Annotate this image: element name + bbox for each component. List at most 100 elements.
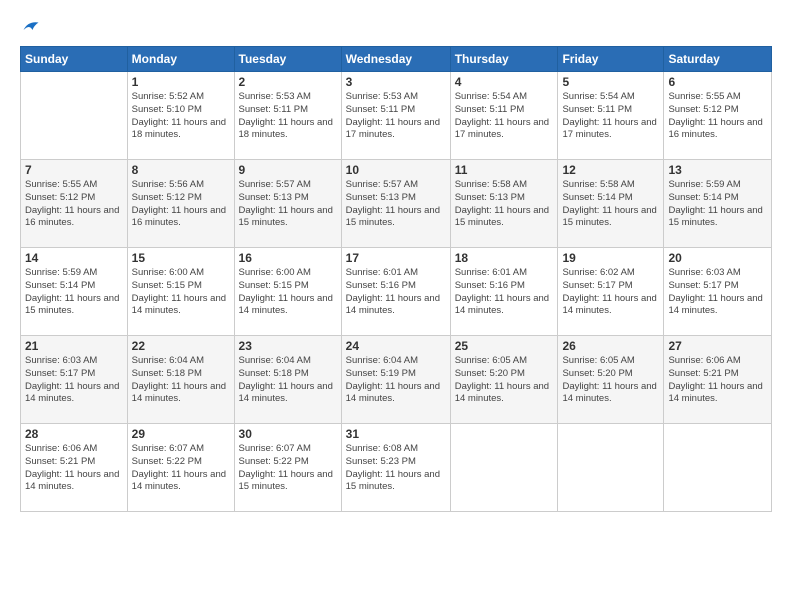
weekday-header: Tuesday bbox=[234, 47, 341, 72]
day-number: 25 bbox=[455, 339, 554, 353]
day-info: Sunrise: 6:03 AM Sunset: 5:17 PM Dayligh… bbox=[668, 267, 767, 318]
calendar-cell: 8 Sunrise: 5:56 AM Sunset: 5:12 PM Daylig… bbox=[127, 160, 234, 248]
calendar-cell: 28 Sunrise: 6:06 AM Sunset: 5:21 PM Dayli… bbox=[21, 424, 128, 512]
day-number: 30 bbox=[239, 427, 337, 441]
calendar-cell: 2 Sunrise: 5:53 AM Sunset: 5:11 PM Daylig… bbox=[234, 72, 341, 160]
day-number: 29 bbox=[132, 427, 230, 441]
weekday-header: Saturday bbox=[664, 47, 772, 72]
calendar-table: SundayMondayTuesdayWednesdayThursdayFrid… bbox=[20, 46, 772, 512]
calendar-week-row: 28 Sunrise: 6:06 AM Sunset: 5:21 PM Dayli… bbox=[21, 424, 772, 512]
day-info: Sunrise: 6:04 AM Sunset: 5:18 PM Dayligh… bbox=[132, 355, 230, 406]
day-number: 16 bbox=[239, 251, 337, 265]
day-info: Sunrise: 5:56 AM Sunset: 5:12 PM Dayligh… bbox=[132, 179, 230, 230]
day-info: Sunrise: 6:05 AM Sunset: 5:20 PM Dayligh… bbox=[562, 355, 659, 406]
day-number: 12 bbox=[562, 163, 659, 177]
calendar-cell: 11 Sunrise: 5:58 AM Sunset: 5:13 PM Dayli… bbox=[450, 160, 558, 248]
day-info: Sunrise: 5:58 AM Sunset: 5:14 PM Dayligh… bbox=[562, 179, 659, 230]
calendar-cell: 6 Sunrise: 5:55 AM Sunset: 5:12 PM Daylig… bbox=[664, 72, 772, 160]
day-number: 10 bbox=[346, 163, 446, 177]
calendar-cell: 7Sunrise: 5:55 AM Sunset: 5:12 PM Daylig… bbox=[21, 160, 128, 248]
calendar-header-row: SundayMondayTuesdayWednesdayThursdayFrid… bbox=[21, 47, 772, 72]
calendar-cell: 17 Sunrise: 6:01 AM Sunset: 5:16 PM Dayli… bbox=[341, 248, 450, 336]
weekday-header: Wednesday bbox=[341, 47, 450, 72]
day-info: Sunrise: 6:04 AM Sunset: 5:18 PM Dayligh… bbox=[239, 355, 337, 406]
day-number: 22 bbox=[132, 339, 230, 353]
day-number: 2 bbox=[239, 75, 337, 89]
calendar-cell: 10 Sunrise: 5:57 AM Sunset: 5:13 PM Dayli… bbox=[341, 160, 450, 248]
day-number: 3 bbox=[346, 75, 446, 89]
day-number: 11 bbox=[455, 163, 554, 177]
day-info: Sunrise: 5:59 AM Sunset: 5:14 PM Dayligh… bbox=[25, 267, 123, 318]
day-info: Sunrise: 5:57 AM Sunset: 5:13 PM Dayligh… bbox=[239, 179, 337, 230]
day-info: Sunrise: 5:53 AM Sunset: 5:11 PM Dayligh… bbox=[239, 91, 337, 142]
calendar-cell bbox=[450, 424, 558, 512]
day-info: Sunrise: 5:55 AM Sunset: 5:12 PM Dayligh… bbox=[668, 91, 767, 142]
day-number: 13 bbox=[668, 163, 767, 177]
calendar-week-row: 21Sunrise: 6:03 AM Sunset: 5:17 PM Dayli… bbox=[21, 336, 772, 424]
day-number: 26 bbox=[562, 339, 659, 353]
calendar-cell: 16 Sunrise: 6:00 AM Sunset: 5:15 PM Dayli… bbox=[234, 248, 341, 336]
day-info: Sunrise: 5:58 AM Sunset: 5:13 PM Dayligh… bbox=[455, 179, 554, 230]
day-number: 14 bbox=[25, 251, 123, 265]
calendar-cell: 31Sunrise: 6:08 AM Sunset: 5:23 PM Dayli… bbox=[341, 424, 450, 512]
calendar-cell bbox=[664, 424, 772, 512]
day-info: Sunrise: 5:53 AM Sunset: 5:11 PM Dayligh… bbox=[346, 91, 446, 142]
calendar-week-row: 14 Sunrise: 5:59 AM Sunset: 5:14 PM Dayli… bbox=[21, 248, 772, 336]
weekday-header: Sunday bbox=[21, 47, 128, 72]
weekday-header: Friday bbox=[558, 47, 664, 72]
calendar-cell: 29 Sunrise: 6:07 AM Sunset: 5:22 PM Dayli… bbox=[127, 424, 234, 512]
day-number: 6 bbox=[668, 75, 767, 89]
day-info: Sunrise: 6:00 AM Sunset: 5:15 PM Dayligh… bbox=[239, 267, 337, 318]
calendar-cell bbox=[21, 72, 128, 160]
day-info: Sunrise: 5:54 AM Sunset: 5:11 PM Dayligh… bbox=[562, 91, 659, 142]
calendar-cell: 24 Sunrise: 6:04 AM Sunset: 5:19 PM Dayli… bbox=[341, 336, 450, 424]
day-number: 8 bbox=[132, 163, 230, 177]
weekday-header: Monday bbox=[127, 47, 234, 72]
day-info: Sunrise: 5:55 AM Sunset: 5:12 PM Dayligh… bbox=[25, 179, 123, 230]
logo bbox=[20, 18, 40, 36]
calendar-cell: 12 Sunrise: 5:58 AM Sunset: 5:14 PM Dayli… bbox=[558, 160, 664, 248]
calendar-cell: 22 Sunrise: 6:04 AM Sunset: 5:18 PM Dayli… bbox=[127, 336, 234, 424]
calendar-cell: 13 Sunrise: 5:59 AM Sunset: 5:14 PM Dayli… bbox=[664, 160, 772, 248]
calendar-cell: 19 Sunrise: 6:02 AM Sunset: 5:17 PM Dayli… bbox=[558, 248, 664, 336]
day-info: Sunrise: 6:03 AM Sunset: 5:17 PM Dayligh… bbox=[25, 355, 123, 406]
day-number: 18 bbox=[455, 251, 554, 265]
calendar-week-row: 7Sunrise: 5:55 AM Sunset: 5:12 PM Daylig… bbox=[21, 160, 772, 248]
day-info: Sunrise: 6:05 AM Sunset: 5:20 PM Dayligh… bbox=[455, 355, 554, 406]
calendar-cell: 5 Sunrise: 5:54 AM Sunset: 5:11 PM Daylig… bbox=[558, 72, 664, 160]
day-info: Sunrise: 6:00 AM Sunset: 5:15 PM Dayligh… bbox=[132, 267, 230, 318]
day-info: Sunrise: 6:08 AM Sunset: 5:23 PM Dayligh… bbox=[346, 443, 446, 494]
day-number: 19 bbox=[562, 251, 659, 265]
day-number: 28 bbox=[25, 427, 123, 441]
day-number: 1 bbox=[132, 75, 230, 89]
calendar-cell: 14 Sunrise: 5:59 AM Sunset: 5:14 PM Dayli… bbox=[21, 248, 128, 336]
day-info: Sunrise: 6:06 AM Sunset: 5:21 PM Dayligh… bbox=[25, 443, 123, 494]
day-number: 15 bbox=[132, 251, 230, 265]
day-info: Sunrise: 6:06 AM Sunset: 5:21 PM Dayligh… bbox=[668, 355, 767, 406]
day-info: Sunrise: 6:07 AM Sunset: 5:22 PM Dayligh… bbox=[132, 443, 230, 494]
day-number: 24 bbox=[346, 339, 446, 353]
day-info: Sunrise: 6:07 AM Sunset: 5:22 PM Dayligh… bbox=[239, 443, 337, 494]
calendar-cell: 30 Sunrise: 6:07 AM Sunset: 5:22 PM Dayli… bbox=[234, 424, 341, 512]
calendar-cell: 4Sunrise: 5:54 AM Sunset: 5:11 PM Daylig… bbox=[450, 72, 558, 160]
calendar-cell: 20 Sunrise: 6:03 AM Sunset: 5:17 PM Dayli… bbox=[664, 248, 772, 336]
day-number: 9 bbox=[239, 163, 337, 177]
day-info: Sunrise: 6:02 AM Sunset: 5:17 PM Dayligh… bbox=[562, 267, 659, 318]
day-info: Sunrise: 5:52 AM Sunset: 5:10 PM Dayligh… bbox=[132, 91, 230, 142]
calendar-cell: 18 Sunrise: 6:01 AM Sunset: 5:16 PM Dayli… bbox=[450, 248, 558, 336]
day-info: Sunrise: 5:59 AM Sunset: 5:14 PM Dayligh… bbox=[668, 179, 767, 230]
day-number: 5 bbox=[562, 75, 659, 89]
day-info: Sunrise: 6:04 AM Sunset: 5:19 PM Dayligh… bbox=[346, 355, 446, 406]
day-info: Sunrise: 6:01 AM Sunset: 5:16 PM Dayligh… bbox=[346, 267, 446, 318]
calendar-cell: 27Sunrise: 6:06 AM Sunset: 5:21 PM Dayli… bbox=[664, 336, 772, 424]
day-number: 20 bbox=[668, 251, 767, 265]
day-number: 23 bbox=[239, 339, 337, 353]
calendar-cell: 23 Sunrise: 6:04 AM Sunset: 5:18 PM Dayli… bbox=[234, 336, 341, 424]
day-info: Sunrise: 5:57 AM Sunset: 5:13 PM Dayligh… bbox=[346, 179, 446, 230]
day-info: Sunrise: 6:01 AM Sunset: 5:16 PM Dayligh… bbox=[455, 267, 554, 318]
page: SundayMondayTuesdayWednesdayThursdayFrid… bbox=[0, 0, 792, 612]
calendar-cell bbox=[558, 424, 664, 512]
calendar-cell: 26 Sunrise: 6:05 AM Sunset: 5:20 PM Dayli… bbox=[558, 336, 664, 424]
day-number: 17 bbox=[346, 251, 446, 265]
calendar-cell: 1 Sunrise: 5:52 AM Sunset: 5:10 PM Daylig… bbox=[127, 72, 234, 160]
